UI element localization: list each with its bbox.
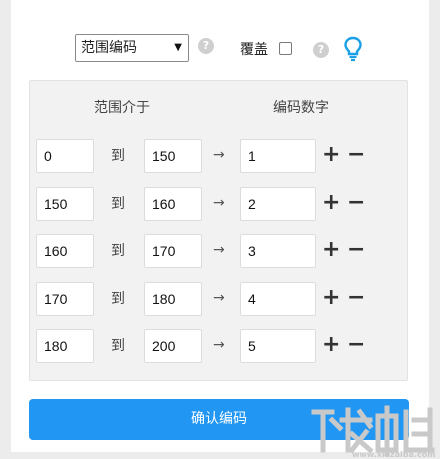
range-to-input[interactable]: 180 xyxy=(144,282,202,316)
svg-text:www.xiazaiba.com: www.xiazaiba.com xyxy=(352,450,436,459)
overwrite-checkbox[interactable] xyxy=(279,42,292,55)
range-row: 170 到 180 → 4 + − xyxy=(0,282,440,318)
add-row-icon[interactable]: + xyxy=(322,187,340,219)
add-row-icon[interactable]: + xyxy=(322,329,340,361)
to-label: 到 xyxy=(111,243,125,259)
range-from-input[interactable]: 170 xyxy=(36,282,94,316)
remove-row-icon[interactable]: − xyxy=(347,282,365,314)
to-label: 到 xyxy=(111,196,125,212)
range-from-input[interactable]: 160 xyxy=(36,234,94,268)
range-from-input[interactable]: 180 xyxy=(36,329,94,363)
code-header: 编码数字 xyxy=(273,100,329,116)
help-icon[interactable]: ? xyxy=(313,42,329,58)
encode-mode-value: 范围编码 xyxy=(81,40,137,56)
help-icon[interactable]: ? xyxy=(198,38,214,54)
to-label: 到 xyxy=(111,291,125,307)
remove-row-icon[interactable]: − xyxy=(347,234,365,266)
range-row: 180 到 200 → 5 + − xyxy=(0,329,440,365)
range-header: 范围介于 xyxy=(94,100,150,116)
code-number-input[interactable]: 4 xyxy=(240,282,316,316)
range-to-input[interactable]: 170 xyxy=(144,234,202,268)
remove-row-icon[interactable]: − xyxy=(347,187,365,219)
range-row: 0 到 150 → 1 + − xyxy=(0,139,440,175)
add-row-icon[interactable]: + xyxy=(322,234,340,266)
encode-mode-select[interactable]: 范围编码 ▼ xyxy=(75,34,189,62)
range-to-input[interactable]: 150 xyxy=(144,139,202,173)
chevron-down-icon: ▼ xyxy=(174,42,182,53)
add-row-icon[interactable]: + xyxy=(322,282,340,314)
code-number-input[interactable]: 3 xyxy=(240,234,316,268)
range-from-input[interactable]: 150 xyxy=(36,187,94,221)
arrow-right-icon: → xyxy=(213,147,225,163)
remove-row-icon[interactable]: − xyxy=(347,329,365,361)
code-number-input[interactable]: 5 xyxy=(240,329,316,363)
range-row: 160 到 170 → 3 + − xyxy=(0,234,440,270)
range-from-input[interactable]: 0 xyxy=(36,139,94,173)
code-number-input[interactable]: 2 xyxy=(240,187,316,221)
lightbulb-icon[interactable] xyxy=(343,36,363,62)
code-number-input[interactable]: 1 xyxy=(240,139,316,173)
arrow-right-icon: → xyxy=(213,195,225,211)
overwrite-label: 覆盖 xyxy=(240,42,268,58)
remove-row-icon[interactable]: − xyxy=(347,139,365,171)
range-to-input[interactable]: 160 xyxy=(144,187,202,221)
range-row: 150 到 160 → 2 + − xyxy=(0,187,440,223)
range-to-input[interactable]: 200 xyxy=(144,329,202,363)
add-row-icon[interactable]: + xyxy=(322,139,340,171)
watermark-logo: www.xiazaiba.com xyxy=(311,405,436,459)
arrow-right-icon: → xyxy=(213,337,225,353)
to-label: 到 xyxy=(111,338,125,354)
to-label: 到 xyxy=(111,148,125,164)
arrow-right-icon: → xyxy=(213,290,225,306)
arrow-right-icon: → xyxy=(213,242,225,258)
